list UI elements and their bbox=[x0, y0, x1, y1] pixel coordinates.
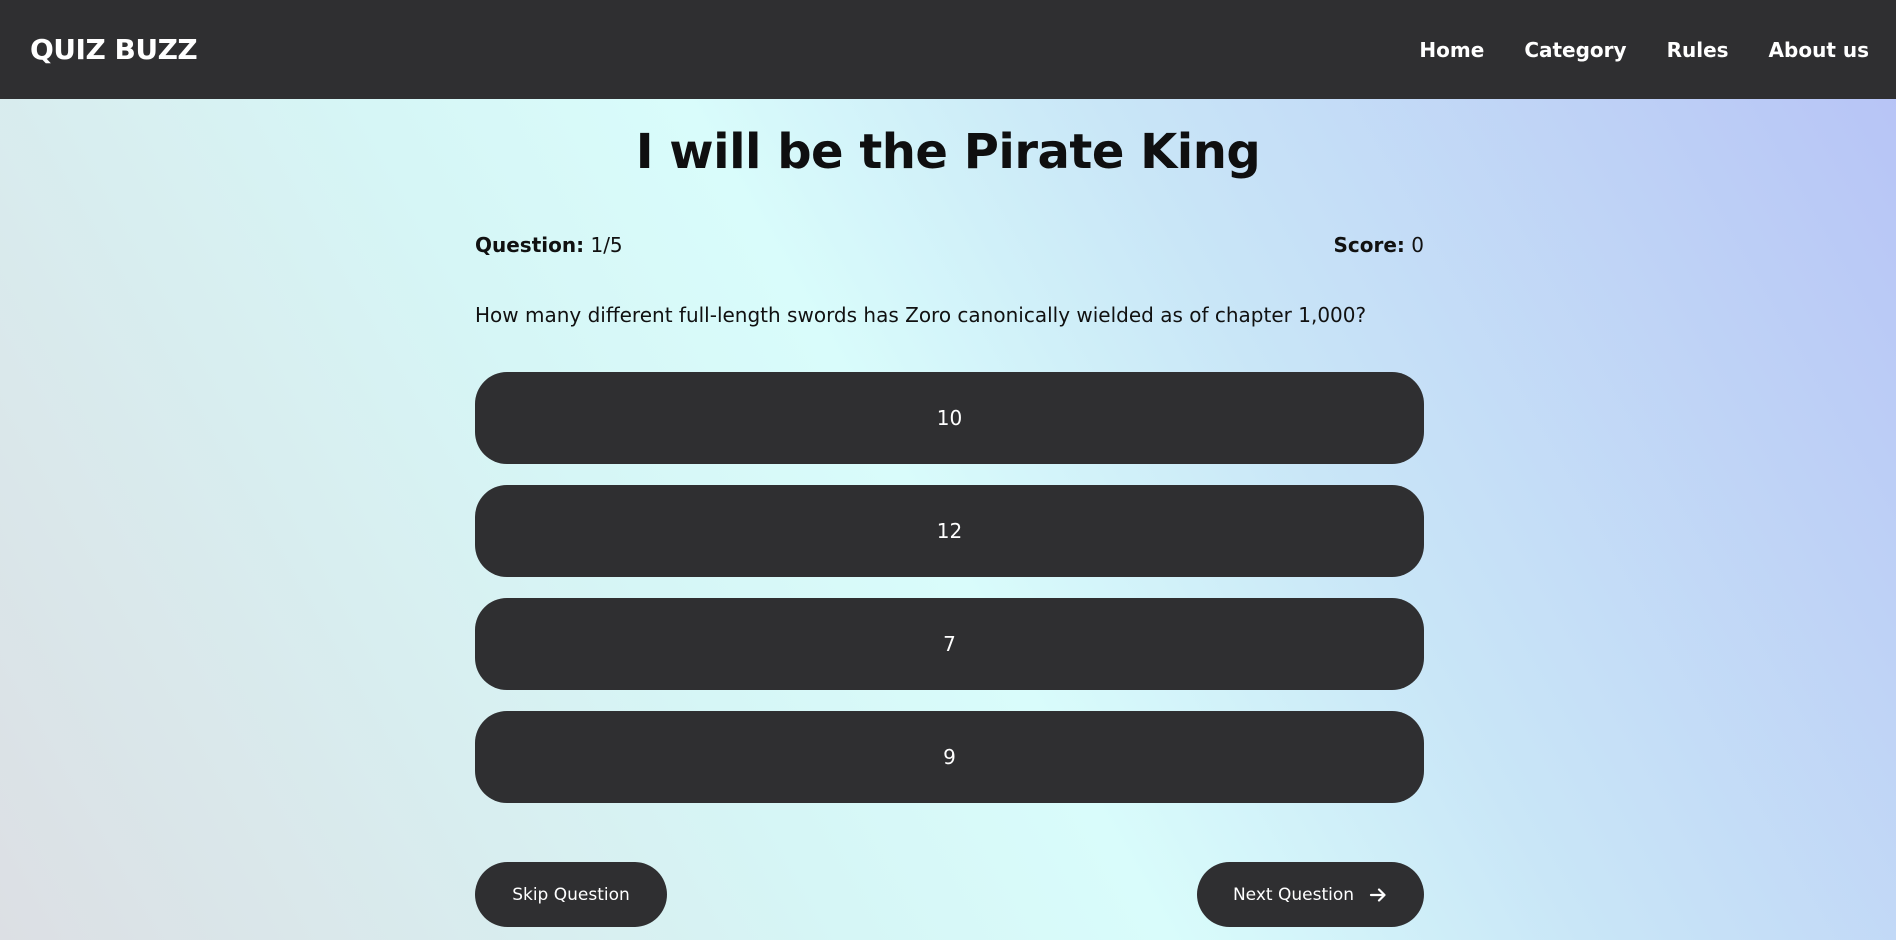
answer-option-4[interactable]: 9 bbox=[475, 711, 1424, 803]
skip-question-label: Skip Question bbox=[512, 884, 630, 905]
score-display: Score: 0 bbox=[1333, 233, 1424, 257]
next-question-button[interactable]: Next Question bbox=[1197, 862, 1424, 927]
quiz-title: I will be the Pirate King bbox=[635, 124, 1261, 180]
skip-question-button[interactable]: Skip Question bbox=[475, 862, 667, 927]
nav-link-category[interactable]: Category bbox=[1524, 38, 1626, 62]
quiz-actions: Skip Question Next Question bbox=[475, 862, 1424, 927]
score-label: Score: bbox=[1333, 233, 1405, 257]
answer-option-3[interactable]: 7 bbox=[475, 598, 1424, 690]
nav-link-about-us[interactable]: About us bbox=[1769, 38, 1869, 62]
arrow-right-icon bbox=[1369, 887, 1386, 902]
nav-links: Home Category Rules About us bbox=[1419, 38, 1869, 62]
answer-option-1[interactable]: 10 bbox=[475, 372, 1424, 464]
nav-link-rules[interactable]: Rules bbox=[1667, 38, 1729, 62]
score-value: 0 bbox=[1411, 233, 1424, 257]
next-question-label: Next Question bbox=[1232, 884, 1355, 905]
answer-option-2[interactable]: 12 bbox=[475, 485, 1424, 577]
answer-list: 10 12 7 9 bbox=[475, 372, 1424, 803]
question-text: How many different full-length swords ha… bbox=[475, 303, 1367, 327]
nav-link-home[interactable]: Home bbox=[1419, 38, 1484, 62]
quiz-stats: Question: 1/5 Score: 0 bbox=[475, 233, 1424, 257]
question-counter-label: Question: bbox=[475, 233, 585, 257]
question-counter-value: 1/5 bbox=[590, 233, 623, 257]
navbar: QUIZ BUZZ Home Category Rules About us bbox=[0, 0, 1896, 99]
logo[interactable]: QUIZ BUZZ bbox=[30, 33, 198, 66]
question-counter: Question: 1/5 bbox=[475, 233, 623, 257]
